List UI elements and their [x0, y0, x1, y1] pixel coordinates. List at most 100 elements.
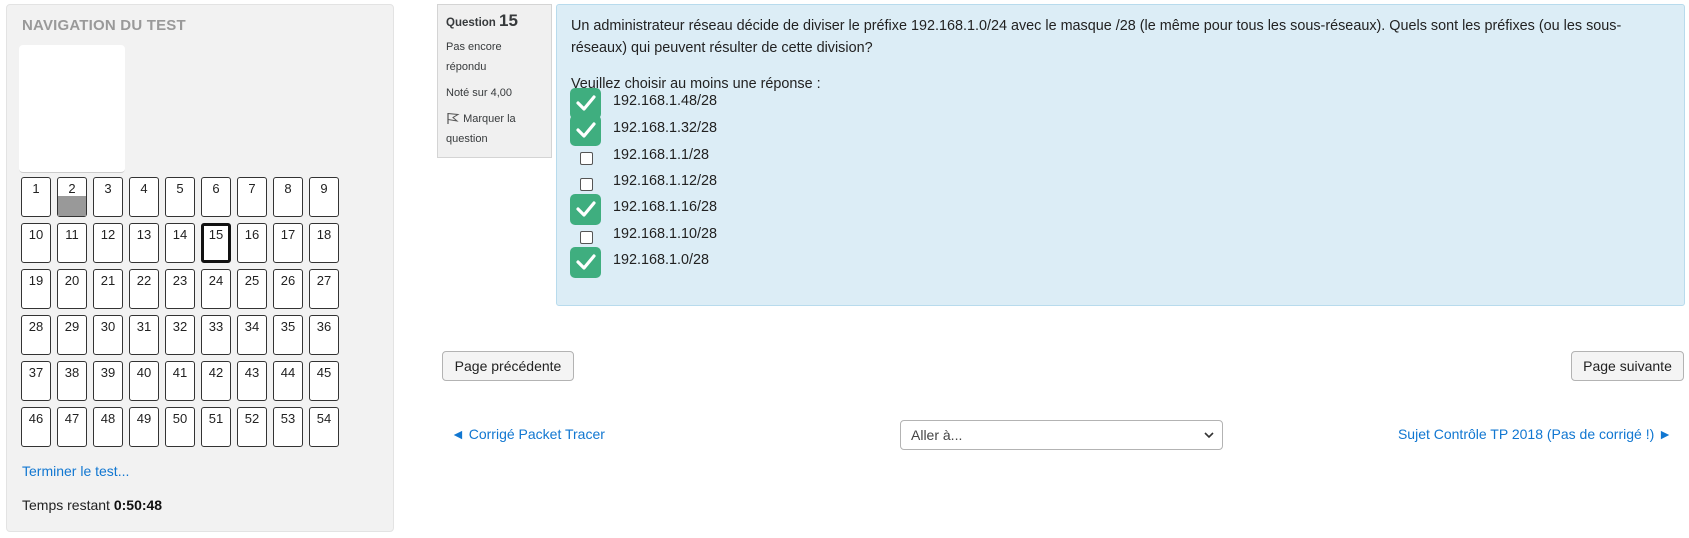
question-nav-number: 39	[100, 365, 116, 380]
checkbox-checked[interactable]	[570, 114, 601, 146]
answer-option[interactable]: 192.168.1.16/28	[570, 193, 717, 225]
question-nav-button[interactable]: 11	[57, 223, 87, 263]
answer-label: 192.168.1.12/28	[613, 173, 718, 189]
question-nav-number: 6	[212, 181, 220, 196]
chevron-down-icon	[1204, 432, 1214, 439]
question-nav-number: 17	[280, 227, 296, 242]
checkbox-checked[interactable]	[570, 193, 601, 225]
question-nav-button[interactable]: 50	[165, 407, 195, 447]
question-nav-button[interactable]: 29	[57, 315, 87, 355]
answer-option[interactable]: 192.168.1.0/28	[570, 246, 709, 278]
checkbox-checked[interactable]	[570, 246, 601, 278]
question-nav-number: 51	[208, 411, 224, 426]
previous-page-button[interactable]: Page précédente	[442, 351, 574, 381]
question-nav-number: 42	[208, 365, 224, 380]
question-nav-button[interactable]: 20	[57, 269, 87, 309]
answer-label: 192.168.1.16/28	[613, 199, 718, 215]
question-nav-button[interactable]: 23	[165, 269, 195, 309]
question-nav-button[interactable]: 17	[273, 223, 303, 263]
question-nav-button[interactable]: 54	[309, 407, 339, 447]
question-nav-number: 41	[172, 365, 188, 380]
next-page-button[interactable]: Page suivante	[1571, 351, 1684, 381]
question-nav-button[interactable]: 25	[237, 269, 267, 309]
question-nav-button[interactable]: 37	[21, 361, 51, 401]
question-nav-button[interactable]: 52	[237, 407, 267, 447]
question-nav-button[interactable]: 2	[57, 177, 87, 217]
question-nav-button[interactable]: 8	[273, 177, 303, 217]
question-nav-number: 19	[28, 273, 44, 288]
next-activity-link[interactable]: Sujet Contrôle TP 2018 (Pas de corrigé !…	[1398, 426, 1672, 442]
question-nav-button[interactable]: 22	[129, 269, 159, 309]
question-nav-button[interactable]: 39	[93, 361, 123, 401]
jump-to-activity-select[interactable]: Aller à...	[900, 420, 1223, 450]
question-nav-button[interactable]: 1	[21, 177, 51, 217]
question-nav-button[interactable]: 12	[93, 223, 123, 263]
question-nav-button[interactable]: 30	[93, 315, 123, 355]
question-nav-number: 10	[28, 227, 44, 242]
question-nav-button[interactable]: 36	[309, 315, 339, 355]
question-nav-button[interactable]: 21	[93, 269, 123, 309]
question-nav-button[interactable]: 10	[21, 223, 51, 263]
finish-attempt-link[interactable]: Terminer le test...	[22, 463, 129, 479]
question-nav-button[interactable]: 18	[309, 223, 339, 263]
question-nav-button[interactable]: 51	[201, 407, 231, 447]
question-nav-button[interactable]: 35	[273, 315, 303, 355]
question-grade: Noté sur 4,00	[446, 87, 513, 99]
answer-option[interactable]: 192.168.1.12/28	[571, 169, 717, 197]
question-nav-number: 8	[284, 181, 292, 196]
question-nav-button[interactable]: 13	[129, 223, 159, 263]
question-nav-button[interactable]: 9	[309, 177, 339, 217]
question-nav-button[interactable]: 4	[129, 177, 159, 217]
checkbox[interactable]	[580, 177, 593, 191]
question-state: Pas encore répondu	[446, 41, 502, 73]
checkbox-checked[interactable]	[570, 87, 601, 119]
question-nav-button[interactable]: 14	[165, 223, 195, 263]
question-nav-button[interactable]: 33	[201, 315, 231, 355]
question-nav-button[interactable]: 38	[57, 361, 87, 401]
question-nav-button[interactable]: 27	[309, 269, 339, 309]
question-nav-button[interactable]: 24	[201, 269, 231, 309]
question-nav-number: 18	[316, 227, 332, 242]
question-nav-number: 31	[136, 319, 152, 334]
question-nav-button[interactable]: 43	[237, 361, 267, 401]
question-nav-button[interactable]: 45	[309, 361, 339, 401]
answer-option[interactable]: 192.168.1.48/28	[570, 87, 717, 119]
question-nav-button[interactable]: 28	[21, 315, 51, 355]
question-nav-button[interactable]: 15	[201, 223, 231, 263]
answer-option[interactable]: 192.168.1.1/28	[571, 143, 709, 171]
question-nav-button[interactable]: 19	[21, 269, 51, 309]
question-nav-number: 29	[64, 319, 80, 334]
question-nav-button[interactable]: 41	[165, 361, 195, 401]
question-nav-button[interactable]: 6	[201, 177, 231, 217]
answer-label: 192.168.1.10/28	[613, 226, 718, 242]
question-nav-button[interactable]: 16	[237, 223, 267, 263]
question-nav-button[interactable]: 42	[201, 361, 231, 401]
question-nav-number: 52	[244, 411, 260, 426]
question-nav-button[interactable]: 47	[57, 407, 87, 447]
question-button-grid: 1 2 3 4 5 6 7 8 9 10 11 12 13 14 15 16 17 18 19 20 21 22 23 24 2…	[21, 177, 339, 447]
question-nav-number: 13	[136, 227, 152, 242]
question-nav-button[interactable]: 32	[165, 315, 195, 355]
question-nav-button[interactable]: 46	[21, 407, 51, 447]
answer-option[interactable]: 192.168.1.32/28	[570, 114, 717, 146]
question-nav-button[interactable]: 34	[237, 315, 267, 355]
flag-question-toggle[interactable]: Marquer la question	[446, 109, 543, 149]
question-nav-button[interactable]: 7	[237, 177, 267, 217]
question-nav-button[interactable]: 26	[273, 269, 303, 309]
question-nav-button[interactable]: 44	[273, 361, 303, 401]
question-nav-button[interactable]: 49	[129, 407, 159, 447]
question-nav-button[interactable]: 31	[129, 315, 159, 355]
question-nav-button[interactable]: 48	[93, 407, 123, 447]
question-nav-button[interactable]: 3	[93, 177, 123, 217]
question-nav-number: 21	[100, 273, 116, 288]
previous-activity-link[interactable]: ◄ Corrigé Packet Tracer	[451, 426, 605, 442]
question-text: Un administrateur réseau décide de divis…	[571, 18, 1622, 56]
answered-indicator	[58, 196, 86, 216]
question-nav-number: 26	[280, 273, 296, 288]
checkbox[interactable]	[580, 230, 593, 244]
question-nav-button[interactable]: 5	[165, 177, 195, 217]
answer-option[interactable]: 192.168.1.10/28	[571, 222, 717, 250]
checkbox[interactable]	[580, 151, 593, 165]
question-nav-button[interactable]: 53	[273, 407, 303, 447]
question-nav-button[interactable]: 40	[129, 361, 159, 401]
